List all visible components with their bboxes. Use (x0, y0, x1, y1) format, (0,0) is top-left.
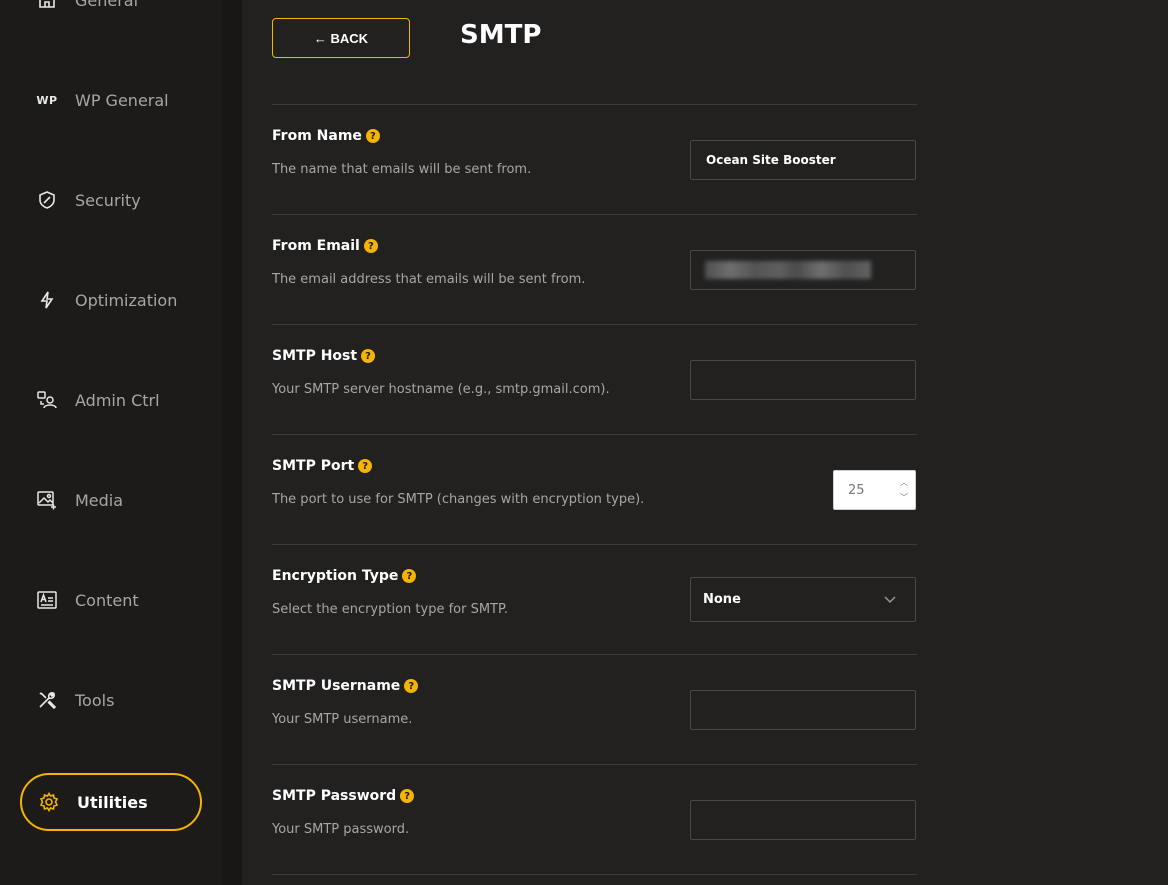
divider (272, 544, 917, 545)
from-name-input[interactable]: Ocean Site Booster (690, 140, 916, 180)
help-icon[interactable]: ? (363, 239, 378, 253)
back-button[interactable]: ← BACK (272, 18, 410, 58)
smtp-port-title: SMTP Port ? (272, 458, 373, 474)
sidebar-item-admin-ctrl[interactable]: Admin Ctrl (20, 371, 202, 429)
smtp-username-input[interactable] (690, 690, 916, 730)
smtp-password-title: SMTP Password ? (272, 788, 415, 804)
field-title: Encryption Type (272, 568, 399, 584)
field-title: SMTP Username (272, 678, 401, 694)
encryption-type-description: Select the encryption type for SMTP. (272, 602, 508, 617)
smtp-password-description: Your SMTP password. (272, 822, 410, 837)
encryption-type-title: Encryption Type ? (272, 568, 417, 584)
divider (272, 764, 917, 765)
field-title: SMTP Port (272, 458, 355, 474)
sidebar-item-media[interactable]: Media (20, 471, 202, 529)
sidebar-gutter (222, 0, 242, 885)
page-title: SMTP (460, 20, 542, 50)
sidebar-item-label: Utilities (77, 792, 148, 812)
wp-icon-text: WP (36, 93, 58, 107)
media-image-icon (36, 489, 58, 511)
field-title: SMTP Password (272, 788, 397, 804)
admin-users-icon (36, 389, 58, 411)
wp-icon: WP (36, 89, 58, 111)
smtp-password-input[interactable] (690, 800, 916, 840)
sidebar-item-general[interactable]: General (20, 0, 202, 29)
smtp-port-description: The port to use for SMTP (changes with e… (272, 492, 645, 507)
sidebar-item-label: Tools (75, 690, 115, 710)
field-title: From Name (272, 128, 362, 144)
port-spinner[interactable]: ︿ ﹀ (899, 477, 909, 503)
field-title: From Email (272, 238, 360, 254)
tools-icon (36, 689, 58, 711)
sidebar-item-content[interactable]: Content (20, 571, 202, 629)
spinner-down-icon[interactable]: ﹀ (900, 492, 908, 503)
divider (272, 434, 917, 435)
field-title: SMTP Host (272, 348, 358, 364)
help-icon[interactable]: ? (358, 459, 373, 473)
lightning-icon (36, 289, 58, 311)
chevron-down-icon (884, 596, 896, 604)
help-icon[interactable]: ? (365, 129, 380, 143)
divider (272, 104, 917, 105)
divider (272, 654, 917, 655)
divider (272, 214, 917, 215)
encryption-type-select[interactable]: None (690, 577, 916, 622)
sidebar-item-utilities[interactable]: Utilities (20, 773, 202, 831)
from-email-description: The email address that emails will be se… (272, 272, 586, 287)
sidebar-item-label: General (75, 0, 139, 10)
smtp-username-title: SMTP Username ? (272, 678, 419, 694)
spinner-up-icon[interactable]: ︿ (900, 477, 908, 488)
gear-icon (38, 791, 60, 813)
smtp-host-title: SMTP Host ? (272, 348, 376, 364)
help-icon[interactable]: ? (404, 679, 419, 693)
from-name-title: From Name ? (272, 128, 380, 144)
sidebar-item-label: Admin Ctrl (75, 390, 160, 410)
smtp-host-input[interactable] (690, 360, 916, 400)
sidebar-item-label: Security (75, 190, 141, 210)
help-icon[interactable]: ? (361, 349, 376, 363)
sidebar-item-label: WP General (75, 90, 169, 110)
smtp-host-description: Your SMTP server hostname (e.g., smtp.gm… (272, 382, 610, 397)
smtp-port-value: 25 (848, 482, 865, 498)
sidebar-item-optimization[interactable]: Optimization (20, 271, 202, 329)
smtp-port-input[interactable]: 25 ︿ ﹀ (833, 470, 916, 510)
redacted-email-value (705, 261, 871, 279)
sidebar-item-wp-general[interactable]: WP WP General (20, 71, 202, 129)
from-email-input[interactable] (690, 250, 916, 290)
content-icon (36, 589, 58, 611)
encryption-selected-value: None (703, 592, 741, 607)
divider (272, 324, 917, 325)
sidebar-item-label: Media (75, 490, 124, 510)
sidebar: General WP WP General Security Optimizat… (0, 0, 222, 885)
smtp-username-description: Your SMTP username. (272, 712, 413, 727)
help-icon[interactable]: ? (402, 569, 417, 583)
from-name-description: The name that emails will be sent from. (272, 162, 532, 177)
sidebar-item-tools[interactable]: Tools (20, 671, 202, 729)
divider (272, 874, 917, 875)
sidebar-item-security[interactable]: Security (20, 171, 202, 229)
home-icon (36, 0, 58, 11)
from-email-title: From Email ? (272, 238, 378, 254)
shield-icon (36, 189, 58, 211)
sidebar-item-label: Content (75, 590, 139, 610)
sidebar-item-label: Optimization (75, 290, 178, 310)
help-icon[interactable]: ? (400, 789, 415, 803)
